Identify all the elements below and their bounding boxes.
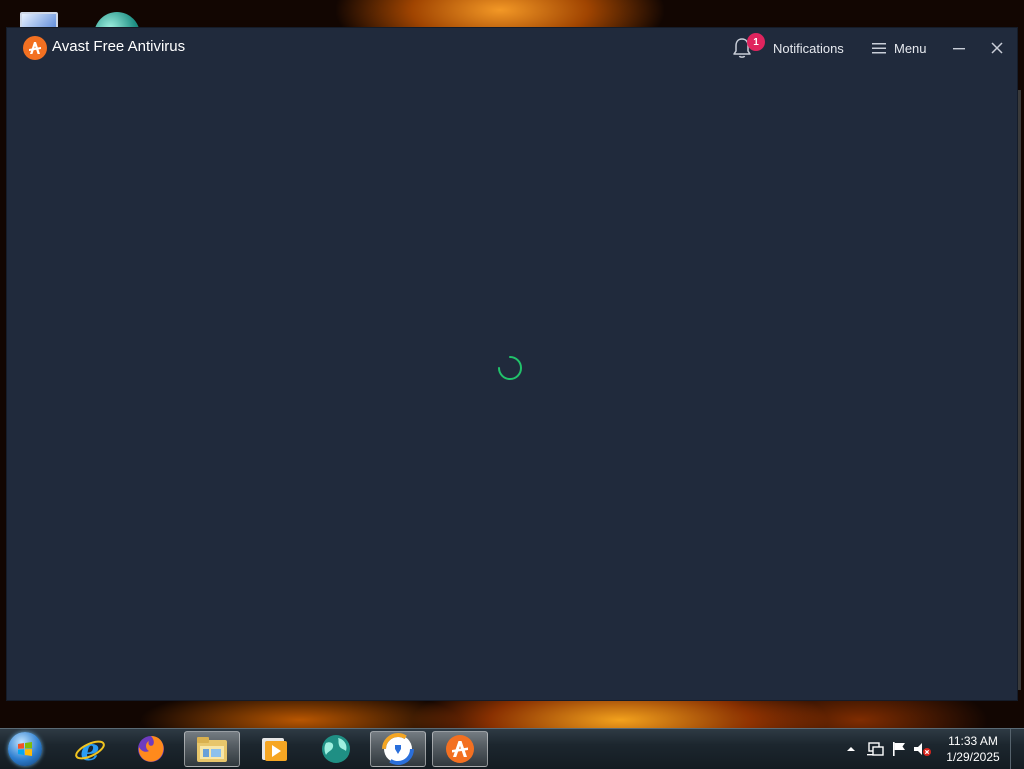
volume-muted-icon[interactable] [912, 740, 932, 758]
close-icon [991, 42, 1003, 54]
notification-count-badge: 1 [747, 33, 765, 51]
windows-orb-icon [8, 732, 42, 766]
menu-label: Menu [894, 40, 927, 56]
avast-window: Avast Free Antivirus 1 Notifications Men… [7, 28, 1017, 700]
show-hidden-icons-arrow-icon[interactable] [844, 742, 858, 756]
bell-icon: 1 [731, 33, 765, 60]
folder-icon [197, 737, 227, 762]
app-title: Avast Free Antivirus [52, 38, 186, 55]
clock-time: 11:33 AM [948, 734, 998, 748]
minimize-button[interactable] [947, 36, 971, 60]
taskbar-clock[interactable]: 11:33 AM 1/29/2025 [940, 733, 1006, 765]
network-icon[interactable] [864, 740, 886, 758]
taskbar-internet-explorer[interactable]: e [62, 731, 118, 767]
system-tray [844, 729, 932, 769]
svg-text:e: e [80, 733, 99, 765]
taskbar-globe-app[interactable] [308, 731, 364, 767]
taskbar: e 11:33 AM 1/29/2025 [0, 728, 1024, 769]
hamburger-icon [872, 43, 886, 54]
internet-explorer-icon: e [75, 733, 105, 765]
media-player-icon [262, 738, 287, 761]
notifications-label: Notifications [773, 40, 844, 56]
taskbar-avast-browser[interactable] [370, 731, 426, 767]
taskbar-avast-antivirus[interactable] [432, 731, 488, 767]
taskbar-firefox[interactable] [123, 731, 179, 767]
title-bar[interactable]: Avast Free Antivirus 1 Notifications Men… [7, 28, 1017, 68]
loading-spinner [498, 356, 522, 380]
action-center-flag-icon[interactable] [890, 740, 908, 758]
avast-browser-icon [382, 733, 414, 765]
taskbar-file-explorer[interactable] [184, 731, 240, 767]
taskbar-media-player[interactable] [246, 731, 302, 767]
clock-date: 1/29/2025 [946, 750, 1000, 764]
close-button[interactable] [985, 36, 1009, 60]
globe-icon [322, 735, 350, 763]
show-desktop-button[interactable] [1010, 729, 1024, 769]
start-button[interactable] [6, 731, 46, 767]
notifications-button[interactable]: 1 Notifications [731, 33, 844, 60]
background-window-edge [1017, 90, 1021, 690]
avast-logo-icon [23, 36, 47, 60]
menu-button[interactable]: Menu [871, 36, 927, 60]
avast-icon [446, 735, 474, 763]
minimize-icon [953, 48, 965, 50]
firefox-icon [138, 736, 164, 762]
